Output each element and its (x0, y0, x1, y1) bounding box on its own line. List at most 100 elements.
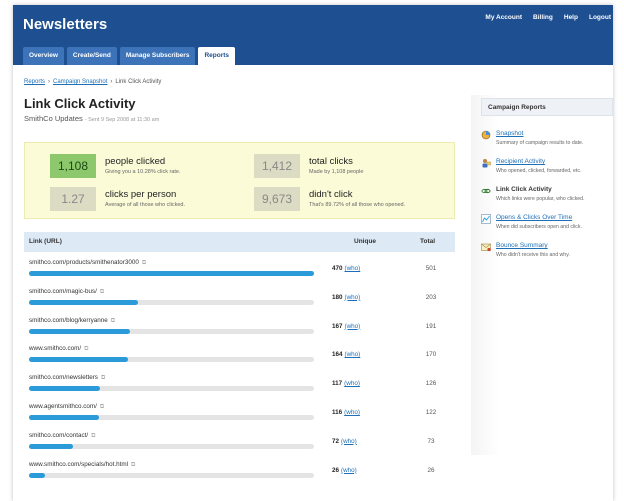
external-link-icon[interactable]: ⧉ (131, 462, 135, 468)
who-link[interactable]: (who) (345, 323, 361, 330)
total-count: 73 (427, 437, 435, 445)
sidebar-title: Campaign Reports (481, 98, 613, 116)
snapshot-icon (481, 130, 491, 140)
click-bar-track (29, 386, 314, 392)
click-bar-track (29, 357, 314, 363)
unique-value: 470 (332, 265, 343, 272)
click-bar-track (29, 271, 314, 276)
unique-count: 116 (who) (332, 409, 402, 416)
unique-count: 167 (who) (332, 323, 402, 330)
stat-value: 1,412 (254, 154, 300, 178)
sidebar-item-desc: Which links were popular, who clicked. (496, 196, 585, 202)
total-count: 122 (425, 409, 437, 416)
total-count: 126 (425, 380, 437, 388)
link-url-text[interactable]: smithco.com/blog/kerryanne (29, 317, 108, 324)
external-link-icon[interactable]: ⧉ (100, 404, 104, 410)
external-link-icon[interactable]: ⧉ (91, 433, 95, 439)
external-link-icon[interactable]: ⧉ (84, 346, 88, 352)
table-row: smithco.com/blog/kerryanne ⧉ 167 (who) 191 (24, 314, 455, 343)
link-url-text[interactable]: smithco.com/magic-bus/ (29, 288, 97, 295)
who-link[interactable]: (who) (341, 467, 357, 474)
link-url-text[interactable]: www.agentsmithco.com/ (29, 403, 97, 410)
breadcrumb-reports[interactable]: Reports (24, 79, 45, 85)
breadcrumb-separator: › (48, 79, 51, 85)
who-link[interactable]: (who) (341, 438, 357, 445)
external-link-icon[interactable]: ⧉ (142, 260, 146, 266)
who-link[interactable]: (who) (345, 294, 361, 301)
link-table: Link (URL) Unique Total smithco.com/prod… (24, 232, 455, 501)
click-bar-track (29, 415, 314, 420)
link-url[interactable]: www.smithco.com/⧉ (29, 345, 88, 353)
link-url[interactable]: smithco.com/products/smithenator3000 ⧉ (29, 259, 146, 267)
total-count: 26 (427, 466, 435, 474)
link-url-text[interactable]: www.smithco.com/specials/hot.html (29, 461, 128, 468)
help-link[interactable]: Help (564, 14, 578, 21)
unique-count: 117 (who) (332, 380, 402, 387)
sidebar-item-title[interactable]: Recipient Activity (496, 158, 545, 165)
link-url-text[interactable]: smithco.com/newsletters (29, 374, 98, 381)
click-bar-fill (29, 386, 100, 392)
billing-link[interactable]: Billing (533, 14, 553, 21)
total-count: 203 (425, 293, 437, 301)
breadcrumb-campaign-snapshot[interactable]: Campaign Snapshot (53, 79, 107, 85)
tab-manage-subscribers[interactable]: Manage Subscribers (119, 47, 196, 65)
stat-total-clicks: 1,412 total clicks Made by 1,108 people (254, 154, 454, 182)
total-count: 170 (425, 351, 437, 359)
sidebar-item-opens-clicks-over-time[interactable]: Opens & Clicks Over Time When did subscr… (481, 214, 613, 240)
link-url[interactable]: www.agentsmithco.com/⧉ (29, 403, 104, 411)
link-url[interactable]: smithco.com/magic-bus/⧉ (29, 288, 104, 296)
click-bar-fill (29, 271, 314, 276)
who-link[interactable]: (who) (344, 409, 360, 416)
column-header-total[interactable]: Total (420, 238, 435, 245)
link-url[interactable]: smithco.com/blog/kerryanne ⧉ (29, 317, 115, 325)
link-url-text[interactable]: www.smithco.com/ (29, 345, 81, 352)
opens-clicks-chart-icon (481, 214, 491, 224)
who-link[interactable]: (who) (344, 380, 360, 387)
unique-count: 180 (who) (332, 294, 402, 301)
link-url-text[interactable]: smithco.com/contact/ (29, 432, 88, 439)
link-url[interactable]: www.smithco.com/specials/hot.html ⧉ (29, 461, 135, 469)
click-bar-track (29, 299, 314, 305)
logout-link[interactable]: Logout (589, 14, 611, 21)
tab-create-send[interactable]: Create/Send (66, 47, 117, 65)
tab-reports[interactable]: Reports (198, 47, 235, 65)
sidebar-item-title[interactable]: Opens & Clicks Over Time (496, 214, 572, 221)
stat-clicks-per-person: 1.27 clicks per person Average of all th… (50, 187, 250, 215)
tab-overview[interactable]: Overview (23, 47, 64, 65)
table-row: www.smithco.com/specials/hot.html ⧉ 26 (who… (24, 458, 455, 487)
external-link-icon[interactable]: ⧉ (101, 375, 105, 381)
unique-value: 116 (332, 409, 343, 416)
sidebar-item-title[interactable]: Snapshot (496, 130, 523, 137)
sidebar-item-snapshot[interactable]: Snapshot Summary of campaign results to … (481, 130, 613, 156)
unique-value: 167 (332, 322, 343, 330)
column-header-url[interactable]: Link (URL) (29, 238, 62, 245)
my-account-link[interactable]: My Account (485, 14, 522, 21)
external-link-icon[interactable]: ⧉ (111, 318, 115, 324)
external-link-icon[interactable]: ⧉ (100, 289, 104, 295)
link-url[interactable]: smithco.com/contact/⧉ (29, 432, 95, 440)
breadcrumb: Reports › Campaign Snapshot › Link Click Act… (24, 79, 161, 85)
app-title: Newsletters (23, 16, 108, 33)
column-header-unique[interactable]: Unique (354, 238, 376, 245)
unique-count: 26 (who) (332, 467, 402, 474)
sidebar-item-desc: Summary of campaign results to date. (496, 140, 584, 146)
top-nav: My Account Billing Help Logout (474, 14, 613, 21)
table-row: smithco.com/products/smithenator3000 ⧉ 470… (24, 256, 455, 285)
who-link[interactable]: (who) (345, 351, 361, 358)
recipient-activity-icon (482, 159, 491, 168)
sidebar-item-recipient-activity[interactable]: Recipient Activity Who opened, clicked, … (481, 158, 613, 184)
sidebar-item-title: Link Click Activity (496, 186, 552, 193)
sidebar-item-bounce-summary[interactable]: Bounce Summary Who didn't receive this a… (481, 242, 613, 268)
sidebar-item-title[interactable]: Bounce Summary (496, 242, 548, 249)
breadcrumb-current: Link Click Activity (115, 79, 162, 85)
link-url[interactable]: smithco.com/newsletters ⧉ (29, 374, 105, 382)
who-link[interactable]: (who) (345, 265, 361, 272)
click-bar-track (29, 328, 314, 334)
total-count: 501 (425, 265, 437, 272)
sidebar-item-desc: Who opened, clicked, forwarded, etc. (496, 168, 582, 174)
stats-panel: 1,108 people clicked Giving you a 10.28%… (24, 142, 455, 219)
click-bar-fill (29, 415, 100, 420)
link-url-text[interactable]: smithco.com/products/smithenator3000 (29, 259, 139, 266)
stat-label: didn't click (309, 189, 353, 200)
sidebar-item-desc: Who didn't receive this and why. (496, 252, 570, 258)
